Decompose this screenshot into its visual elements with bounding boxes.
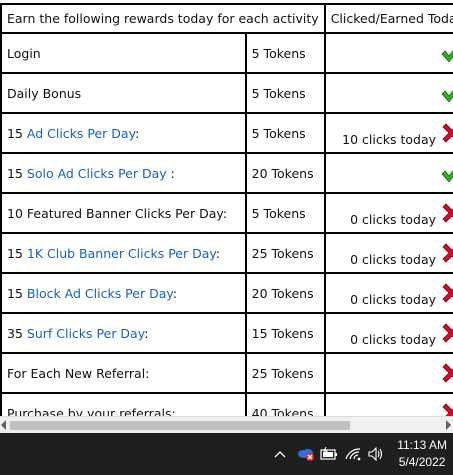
status-wrap: 0 clicks today — [331, 234, 453, 272]
checkmark-icon — [441, 170, 453, 183]
red-x-icon — [442, 123, 453, 143]
table-row: 15 Ad Clicks Per Day: 5 Tokens 10 clicks t… — [0, 112, 453, 154]
red-x-icon — [442, 243, 453, 263]
activity-text: Login — [7, 45, 41, 61]
activity-cell: 15 Block Ad Clicks Per Day: — [0, 272, 247, 314]
activity-text: 35 — [7, 325, 27, 341]
tokens-cell: 5 Tokens — [244, 72, 326, 114]
status-cell — [323, 32, 453, 74]
activity-link[interactable]: Ad Clicks Per Day — [27, 126, 135, 141]
battery-icon[interactable] — [318, 433, 340, 475]
activity-link[interactable]: Surf Clicks Per Day — [27, 326, 144, 341]
tokens-cell: 25 Tokens — [244, 352, 326, 394]
activity-cell: 15 Ad Clicks Per Day: — [0, 112, 247, 154]
activity-cell: 10 Featured Banner Clicks Per Day: — [0, 192, 247, 234]
activity-suffix: : — [135, 125, 140, 141]
clicks-today-text: 0 clicks today — [350, 211, 437, 227]
status-cell: 10 clicks today — [323, 112, 453, 154]
clock-date: 5/4/2022 — [398, 455, 446, 469]
checkmark-icon — [441, 50, 453, 63]
red-x-icon — [442, 283, 453, 303]
activity-cell: 15 Solo Ad Clicks Per Day : — [0, 152, 247, 194]
activity-text: For Each New Referral: — [7, 365, 150, 381]
table-header-row: Earn the following rewards today for eac… — [0, 3, 453, 34]
taskbar: 11:13 AM 5/4/2022 — [0, 433, 453, 475]
activity-cell: Login — [0, 32, 247, 74]
clicks-today-text: 10 clicks today — [342, 131, 437, 147]
activity-text: 15 — [7, 245, 27, 261]
clicks-today-text: 0 clicks today — [350, 251, 437, 267]
status-wrap — [331, 354, 453, 392]
tokens-cell: 5 Tokens — [244, 32, 326, 74]
red-x-icon — [442, 323, 453, 343]
table-row: Daily Bonus 5 Tokens — [0, 72, 453, 114]
chevron-up-icon[interactable] — [270, 433, 290, 475]
activity-suffix: : — [144, 325, 149, 341]
status-cell: 0 clicks today — [323, 312, 453, 354]
status-cell — [323, 352, 453, 394]
table-row: 15 Block Ad Clicks Per Day: 20 Tokens 0 cl… — [0, 272, 453, 314]
activity-text: 15 — [7, 125, 27, 141]
status-wrap: 10 clicks today — [331, 114, 453, 152]
onedrive-icon[interactable] — [294, 433, 318, 475]
status-cell — [323, 72, 453, 114]
scroll-right-arrow-icon[interactable] — [446, 420, 451, 430]
status-cell: 0 clicks today — [323, 192, 453, 234]
status-wrap: 0 clicks today — [331, 314, 453, 352]
system-clock[interactable]: 11:13 AM 5/4/2022 — [397, 437, 447, 471]
clicks-today-text: 0 clicks today — [350, 331, 437, 347]
activity-link[interactable]: Block Ad Clicks Per Day — [27, 286, 173, 301]
table-row: For Each New Referral: 25 Tokens — [0, 352, 453, 394]
activity-suffix: : — [172, 285, 178, 301]
status-wrap — [331, 34, 453, 72]
activity-text: Daily Bonus — [7, 85, 82, 101]
scroll-left-arrow-icon[interactable] — [1, 420, 6, 430]
status-cell: 0 clicks today — [323, 272, 453, 314]
tokens-cell: 25 Tokens — [244, 232, 326, 274]
activity-link[interactable]: 1K Club Banner Clicks Per Day — [27, 246, 216, 261]
tokens-cell: 20 Tokens — [244, 272, 326, 314]
table-row: 15 Solo Ad Clicks Per Day :20 Tokens — [0, 152, 453, 194]
activity-text: 15 — [7, 285, 27, 301]
tokens-cell: 20 Tokens — [244, 152, 326, 194]
header-activity: Earn the following rewards today for eac… — [0, 3, 326, 34]
activity-suffix: : — [215, 245, 221, 261]
activity-cell: For Each New Referral: — [0, 352, 247, 394]
table-row: Login 5 Tokens — [0, 32, 453, 74]
activity-text: 15 — [7, 165, 27, 181]
status-cell: 0 clicks today — [323, 232, 453, 274]
status-cell — [323, 152, 453, 194]
activity-text: 10 Featured Banner Clicks Per Day: — [7, 205, 228, 221]
status-wrap: 0 clicks today — [331, 274, 453, 312]
activity-cell: 15 1K Club Banner Clicks Per Day: — [0, 232, 247, 274]
volume-icon[interactable] — [365, 433, 387, 475]
status-wrap — [331, 74, 453, 112]
tokens-cell: 5 Tokens — [244, 112, 326, 154]
table-row: 10 Featured Banner Clicks Per Day: 5 Toke… — [0, 192, 453, 234]
horizontal-scrollbar[interactable] — [0, 416, 453, 433]
activity-cell: 35 Surf Clicks Per Day: — [0, 312, 247, 354]
tokens-cell: 15 Tokens — [244, 312, 326, 354]
table-row: 15 1K Club Banner Clicks Per Day: 25 Toke… — [0, 232, 453, 274]
clock-time: 11:13 AM — [397, 438, 447, 452]
tokens-cell: 5 Tokens — [244, 192, 326, 234]
rewards-panel: Earn the following rewards today for eac… — [0, 0, 453, 434]
status-wrap: 0 clicks today — [331, 194, 453, 232]
checkmark-icon — [441, 90, 453, 103]
wifi-icon[interactable] — [342, 433, 364, 475]
activity-cell: Daily Bonus — [0, 72, 247, 114]
activity-link[interactable]: Solo Ad Clicks Per Day — [27, 166, 167, 181]
red-x-icon — [442, 363, 453, 383]
header-status: Clicked/Earned Today — [323, 3, 453, 34]
red-x-icon — [442, 203, 453, 223]
rewards-table: Earn the following rewards today for eac… — [0, 3, 453, 434]
clicks-today-text: 0 clicks today — [350, 291, 437, 307]
scrollbar-thumb[interactable] — [10, 421, 350, 430]
activity-suffix: : — [166, 165, 175, 181]
status-wrap — [331, 154, 453, 192]
table-row: 35 Surf Clicks Per Day: 15 Tokens 0 clicks… — [0, 312, 453, 354]
